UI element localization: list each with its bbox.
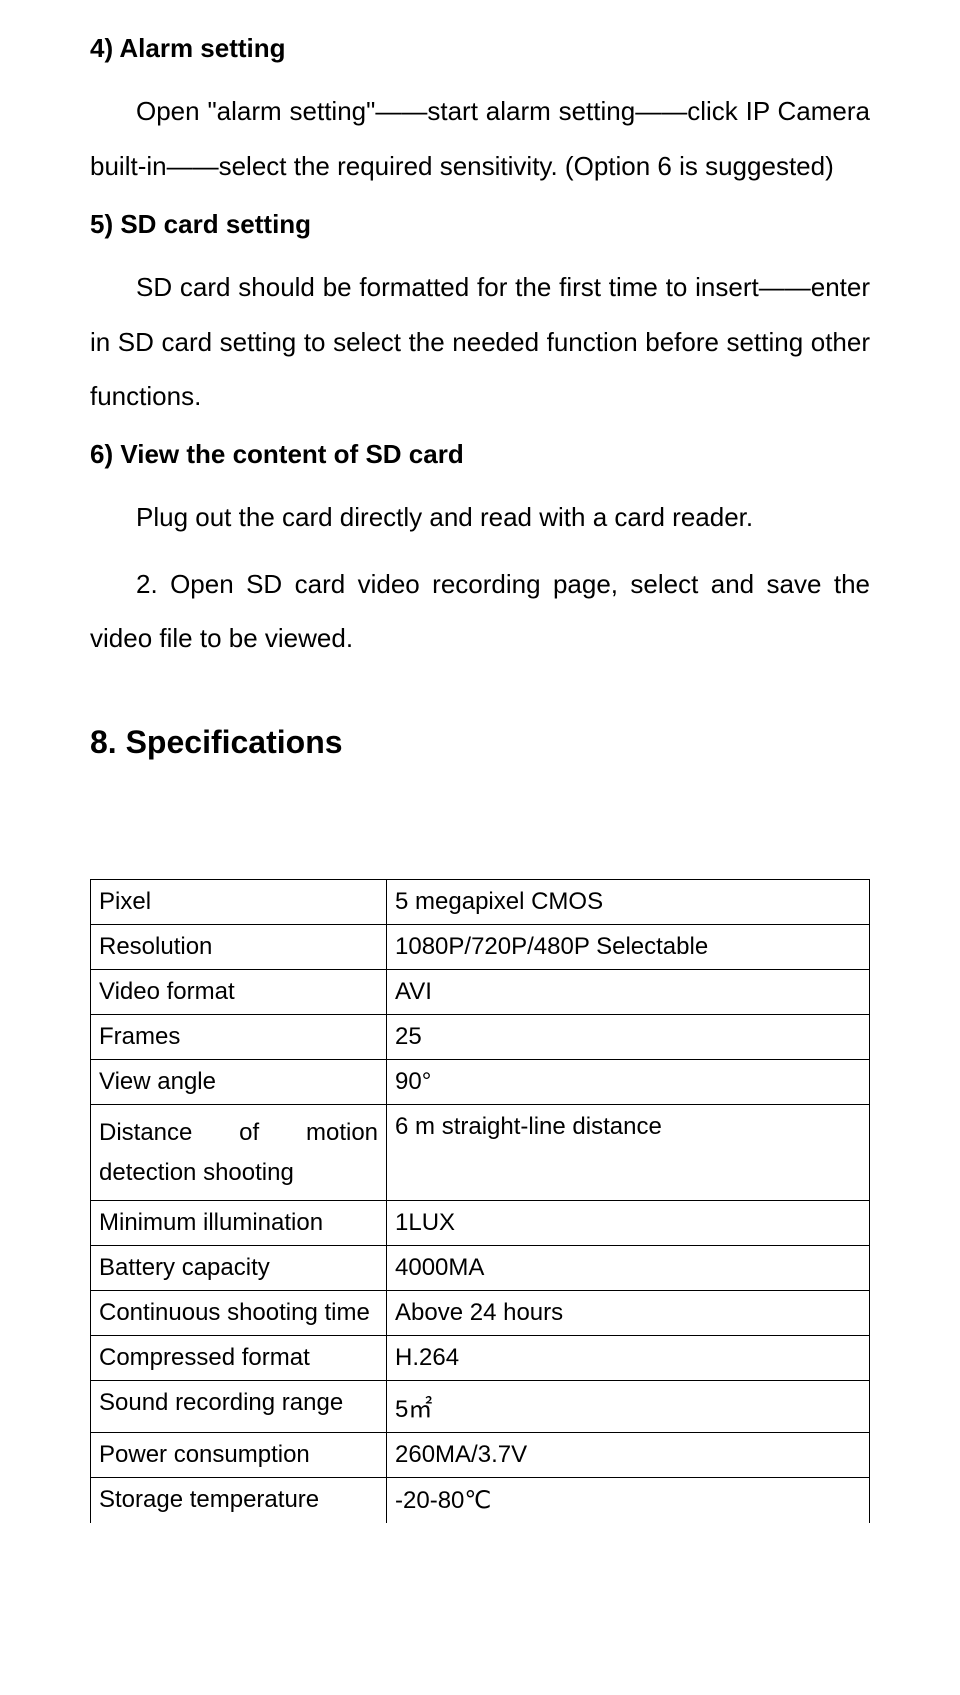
table-row: Distance of motiondetection shooting 6 m… [91,1104,870,1200]
spec-value: 6 m straight-line distance [387,1104,870,1200]
spec-label: Storage temperature [91,1478,387,1524]
spec-label: View angle [91,1059,387,1104]
section-4-heading: 4) Alarm setting [90,30,870,66]
specifications-table: Pixel 5 megapixel CMOS Resolution 1080P/… [90,879,870,1523]
table-row: Video format AVI [91,969,870,1014]
section-6-body-1: Plug out the card directly and read with… [90,490,870,545]
spec-label: Resolution [91,924,387,969]
table-row: Sound recording range 5㎡ [91,1381,870,1433]
specifications-heading: 8. Specifications [90,724,870,761]
spec-label: Video format [91,969,387,1014]
table-row: Pixel 5 megapixel CMOS [91,879,870,924]
section-5-body: SD card should be formatted for the firs… [90,260,870,424]
table-row: Continuous shooting time Above 24 hours [91,1291,870,1336]
spec-value: 5㎡ [387,1381,870,1433]
spec-value: -20-80℃ [387,1478,870,1524]
table-row: Storage temperature -20-80℃ [91,1478,870,1524]
spec-value: 1080P/720P/480P Selectable [387,924,870,969]
spec-label: Compressed format [91,1336,387,1381]
table-row: Battery capacity 4000MA [91,1246,870,1291]
table-row: View angle 90° [91,1059,870,1104]
table-row: Compressed format H.264 [91,1336,870,1381]
spec-value: H.264 [387,1336,870,1381]
spec-value: Above 24 hours [387,1291,870,1336]
spec-label: Power consumption [91,1433,387,1478]
table-row: Minimum illumination 1LUX [91,1201,870,1246]
table-row: Frames 25 [91,1014,870,1059]
spec-value: 25 [387,1014,870,1059]
spec-value: 1LUX [387,1201,870,1246]
section-6-heading: 6) View the content of SD card [90,436,870,472]
spec-value: 5 megapixel CMOS [387,879,870,924]
section-6-body-2: 2. Open SD card video recording page, se… [90,557,870,666]
section-5-heading: 5) SD card setting [90,206,870,242]
table-row: Resolution 1080P/720P/480P Selectable [91,924,870,969]
table-row: Power consumption 260MA/3.7V [91,1433,870,1478]
spec-label: Sound recording range [91,1381,387,1433]
spec-label: Battery capacity [91,1246,387,1291]
section-4-body: Open "alarm setting"——start alarm settin… [90,84,870,193]
spec-label: Minimum illumination [91,1201,387,1246]
spec-value: 90° [387,1059,870,1104]
spec-label: Pixel [91,879,387,924]
spec-label: Distance of motiondetection shooting [91,1104,387,1200]
spec-value: 260MA/3.7V [387,1433,870,1478]
spec-value: AVI [387,969,870,1014]
spec-value: 4000MA [387,1246,870,1291]
spec-label: Continuous shooting time [91,1291,387,1336]
spec-label: Frames [91,1014,387,1059]
